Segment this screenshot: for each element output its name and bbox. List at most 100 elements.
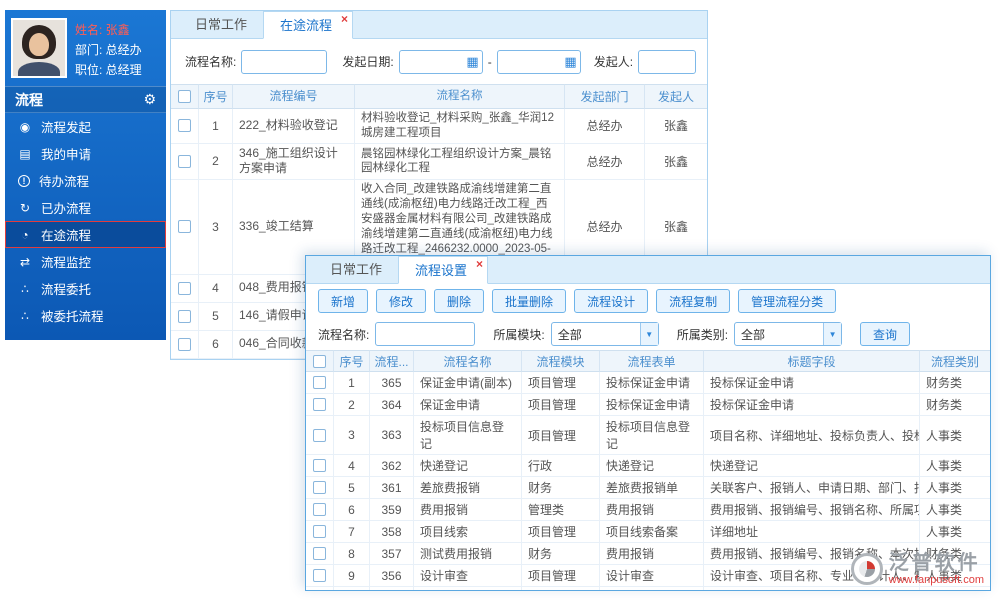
row-checkbox[interactable] — [178, 119, 191, 133]
sidebar-item-in-transit-processes[interactable]: ◔ 在途流程 — [5, 221, 166, 248]
row-checkbox[interactable] — [178, 220, 191, 234]
gear-icon[interactable]: ⚙ — [143, 91, 156, 108]
cell-id: 356 — [370, 565, 414, 587]
select-all-checkbox[interactable] — [178, 90, 191, 103]
table-row[interactable]: 3 363 投标项目信息登记 项目管理 投标项目信息登记 项目名称、详细地址、投… — [306, 416, 990, 455]
cell-code: 346_施工组织设计方案申请 — [233, 143, 355, 181]
table-row[interactable]: 2 364 保证金申请 项目管理 投标保证金申请 投标保证金申请 财务类 — [306, 394, 990, 416]
col-header-module: 流程模块 — [522, 350, 600, 372]
sidebar-item-label: 待办流程 — [39, 175, 90, 189]
sidebar-item-delegated-processes[interactable]: ∴ 被委托流程 — [5, 302, 166, 329]
watermark-url: www.fanpusoft.com — [888, 573, 984, 586]
row-checkbox[interactable] — [313, 525, 326, 538]
row-checkbox[interactable] — [313, 459, 326, 472]
sidebar-item-done-processes[interactable]: ↻ 已办流程 — [5, 194, 166, 221]
chevron-down-icon: ▼ — [823, 323, 842, 345]
cell-fields: 快递登记 — [704, 455, 920, 477]
tab-in-transit-processes[interactable]: 在途流程 × — [263, 11, 354, 39]
row-checkbox[interactable] — [178, 281, 191, 295]
module-selected-value: 全部 — [557, 327, 582, 342]
cell-module: 项目管理 — [522, 372, 600, 394]
cell-no: 8 — [334, 543, 370, 565]
tab-process-settings[interactable]: 流程设置 × — [398, 256, 489, 284]
win2-tab-bar: 日常工作 流程设置 × — [306, 256, 990, 284]
clock-icon: ◔ — [21, 227, 29, 242]
table-row[interactable]: 2 346_施工组织设计方案申请 晨铭园林绿化工程组织设计方案_晨铭园林绿化工程… — [171, 143, 707, 181]
sidebar-item-process-delegate[interactable]: ∴ 流程委托 — [5, 275, 166, 302]
win2-table-header: 序号 流程... 流程名称 流程模块 流程表单 标题字段 流程类别 — [306, 350, 990, 372]
avatar-body — [18, 62, 60, 76]
chevron-down-icon: ▼ — [639, 323, 658, 345]
col-header-fields: 标题字段 — [704, 350, 920, 372]
calendar-icon[interactable]: ▦ — [564, 54, 576, 70]
cell-form: 项目线索备案 — [600, 521, 704, 543]
tab-daily-work[interactable]: 日常工作 — [179, 11, 263, 38]
sidebar-item-label: 流程监控 — [41, 256, 92, 270]
cell-no: 5 — [334, 477, 370, 499]
avatar-face — [29, 33, 49, 56]
sponsor-input[interactable] — [638, 49, 697, 74]
manage-process-category-button[interactable]: 管理流程分类 — [738, 289, 837, 313]
sidebar-item-process-launch[interactable]: ◉ 流程发起 — [5, 113, 166, 140]
cell-no: 3 — [199, 180, 233, 275]
sidebar-item-label: 在途流程 — [41, 229, 92, 243]
process-name-label: 流程名称: — [185, 55, 237, 69]
tab-daily-work[interactable]: 日常工作 — [314, 256, 398, 283]
table-row[interactable]: 7 358 项目线索 项目管理 项目线索备案 详细地址 人事类 — [306, 521, 990, 543]
table-row[interactable]: 5 361 差旅费报销 财务 差旅费报销单 关联客户、报销人、申请日期、部门、报… — [306, 477, 990, 499]
process-name-input[interactable] — [375, 322, 476, 346]
category-dropdown[interactable]: 全部 ▼ — [734, 322, 843, 346]
search-button[interactable]: 查询 — [860, 322, 911, 346]
edit-button[interactable]: 修改 — [376, 289, 427, 313]
col-header-dept: 发起部门 — [565, 84, 645, 109]
broadcast-icon: ◉ — [19, 119, 31, 134]
close-icon[interactable]: × — [476, 257, 483, 271]
batch-delete-button[interactable]: 批量删除 — [492, 289, 567, 313]
cell-name: 项目线索 — [414, 521, 522, 543]
module-dropdown[interactable]: 全部 ▼ — [550, 322, 659, 346]
sidebar-item-todo-processes[interactable]: ! 待办流程 — [5, 167, 166, 194]
row-checkbox[interactable] — [313, 503, 326, 516]
table-row[interactable]: 10 355 设计进度汇报 项目管理 设计进度汇报 设计进度汇报、所属项目、任务… — [306, 587, 990, 590]
process-copy-button[interactable]: 流程复制 — [656, 289, 731, 313]
sidebar-item-label: 已办流程 — [41, 202, 92, 216]
date-separator: - — [487, 54, 492, 69]
close-icon[interactable]: × — [341, 12, 348, 26]
calendar-icon[interactable]: ▦ — [466, 54, 478, 70]
process-design-button[interactable]: 流程设计 — [574, 289, 649, 313]
row-checkbox[interactable] — [313, 398, 326, 411]
tab-label: 在途流程 — [280, 18, 333, 33]
cell-module: 项目管理 — [522, 394, 600, 416]
row-checkbox[interactable] — [313, 547, 326, 560]
add-button[interactable]: 新增 — [318, 289, 369, 313]
cell-fields: 费用报销、报销编号、报销名称、所属项目 — [704, 499, 920, 521]
start-date-label: 发起日期: — [342, 55, 394, 69]
delete-button[interactable]: 删除 — [434, 289, 485, 313]
cell-module: 管理类 — [522, 499, 600, 521]
sidebar-item-my-applications[interactable]: ▤ 我的申请 — [5, 140, 166, 167]
select-all-checkbox[interactable] — [313, 354, 326, 368]
row-checkbox[interactable] — [178, 309, 191, 323]
row-checkbox[interactable] — [178, 337, 191, 351]
row-checkbox[interactable] — [313, 376, 326, 389]
table-row[interactable]: 1 365 保证金申请(副本) 项目管理 投标保证金申请 投标保证金申请 财务类 — [306, 372, 990, 394]
process-name-input[interactable] — [241, 49, 328, 74]
cell-form: 设计审查 — [600, 565, 704, 587]
row-checkbox[interactable] — [313, 428, 326, 442]
sidebar-item-process-monitor[interactable]: ⇄ 流程监控 — [5, 248, 166, 275]
cell-no: 3 — [334, 416, 370, 455]
cell-no: 1 — [334, 372, 370, 394]
org-chart-icon: ∴ — [21, 281, 29, 296]
table-row[interactable]: 4 362 快递登记 行政 快递登记 快递登记 人事类 — [306, 455, 990, 477]
table-row[interactable]: 6 359 费用报销 管理类 费用报销 费用报销、报销编号、报销名称、所属项目 … — [306, 499, 990, 521]
cell-form: 费用报销 — [600, 499, 704, 521]
row-checkbox[interactable] — [313, 569, 326, 582]
cell-module: 项目管理 — [522, 565, 600, 587]
row-checkbox[interactable] — [313, 481, 326, 494]
table-row[interactable]: 1 222_材料验收登记 材料验收登记_材料采购_张鑫_华润12城房建工程项目 … — [171, 109, 707, 144]
cell-name: 设计审查 — [414, 565, 522, 587]
cell-name: 材料验收登记_材料采购_张鑫_华润12城房建工程项目 — [355, 109, 565, 144]
cell-form: 投标保证金申请 — [600, 372, 704, 394]
process-settings-window: 日常工作 流程设置 × 新增 修改 删除 批量删除 流程设计 流程复制 管理流程… — [305, 255, 991, 591]
row-checkbox[interactable] — [178, 154, 191, 168]
